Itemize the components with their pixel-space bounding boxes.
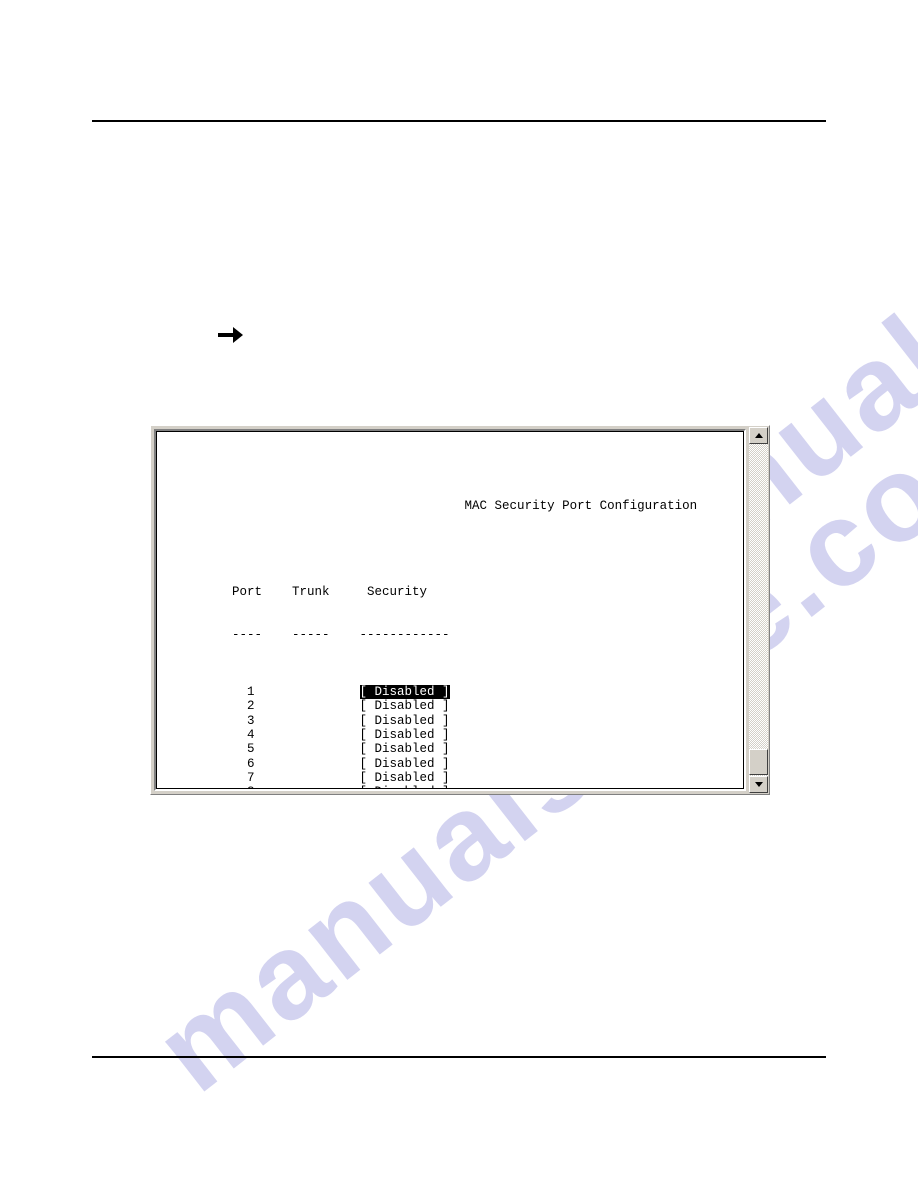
port-number-cell: 1 <box>157 685 360 700</box>
arrow-right-icon <box>214 318 248 352</box>
scrollbar-track[interactable] <box>749 444 768 776</box>
port-number-cell: 3 <box>157 713 360 728</box>
header-divider <box>92 120 826 122</box>
port-number-cell: 2 <box>157 699 360 714</box>
scroll-down-icon[interactable] <box>749 776 768 793</box>
security-value-cell[interactable]: [ Disabled ] <box>360 785 450 788</box>
port-table: 1 [ Disabled ] 2 [ Disabled ] 3 [ Disabl… <box>157 685 743 788</box>
scroll-down-arrow-glyph <box>754 782 763 787</box>
terminal-screen: MAC Security Port Configuration Port Tru… <box>156 431 744 789</box>
table-row[interactable]: 3 [ Disabled ] <box>157 714 743 728</box>
terminal-content: MAC Security Port Configuration Port Tru… <box>157 432 743 788</box>
security-value-cell[interactable]: [ Disabled ] <box>360 699 450 713</box>
security-value-cell[interactable]: [ Disabled ] <box>360 757 450 771</box>
table-row[interactable]: 1 [ Disabled ] <box>157 685 743 700</box>
terminal-title-line: MAC Security Port Configuration <box>157 485 743 513</box>
scroll-up-icon[interactable] <box>749 427 768 444</box>
port-number-cell: 8 <box>157 785 360 788</box>
table-row[interactable]: 6 [ Disabled ] <box>157 757 743 771</box>
table-row[interactable]: 4 [ Disabled ] <box>157 728 743 742</box>
table-row[interactable]: 2 [ Disabled ] <box>157 699 743 713</box>
page-title: MAC Security Port Configuration <box>232 499 698 514</box>
table-header-row: Port Trunk Security <box>157 584 428 599</box>
table-row[interactable]: 5 [ Disabled ] <box>157 742 743 756</box>
table-header-rule: ---- ----- ------------ <box>157 627 450 642</box>
scrollbar-thumb[interactable] <box>749 749 768 775</box>
terminal-screen-bezel: MAC Security Port Configuration Port Tru… <box>154 429 746 791</box>
port-number-cell: 5 <box>157 742 360 757</box>
security-value-cell[interactable]: [ Disabled ] <box>360 728 450 742</box>
port-number-cell: 6 <box>157 756 360 771</box>
port-number-cell: 7 <box>157 770 360 785</box>
security-value-cell[interactable]: [ Disabled ] <box>360 742 450 756</box>
port-number-cell: 4 <box>157 727 360 742</box>
table-row[interactable]: 7 [ Disabled ] <box>157 771 743 785</box>
table-row[interactable]: 8 [ Disabled ] <box>157 785 743 788</box>
scroll-up-arrow-glyph <box>754 433 763 438</box>
terminal-window: MAC Security Port Configuration Port Tru… <box>150 425 770 795</box>
footer-divider <box>92 1056 826 1058</box>
security-value-cell[interactable]: [ Disabled ] <box>359 685 450 700</box>
security-value-cell[interactable]: [ Disabled ] <box>360 714 450 728</box>
vertical-scrollbar[interactable] <box>749 427 768 793</box>
security-value-cell[interactable]: [ Disabled ] <box>360 771 450 785</box>
